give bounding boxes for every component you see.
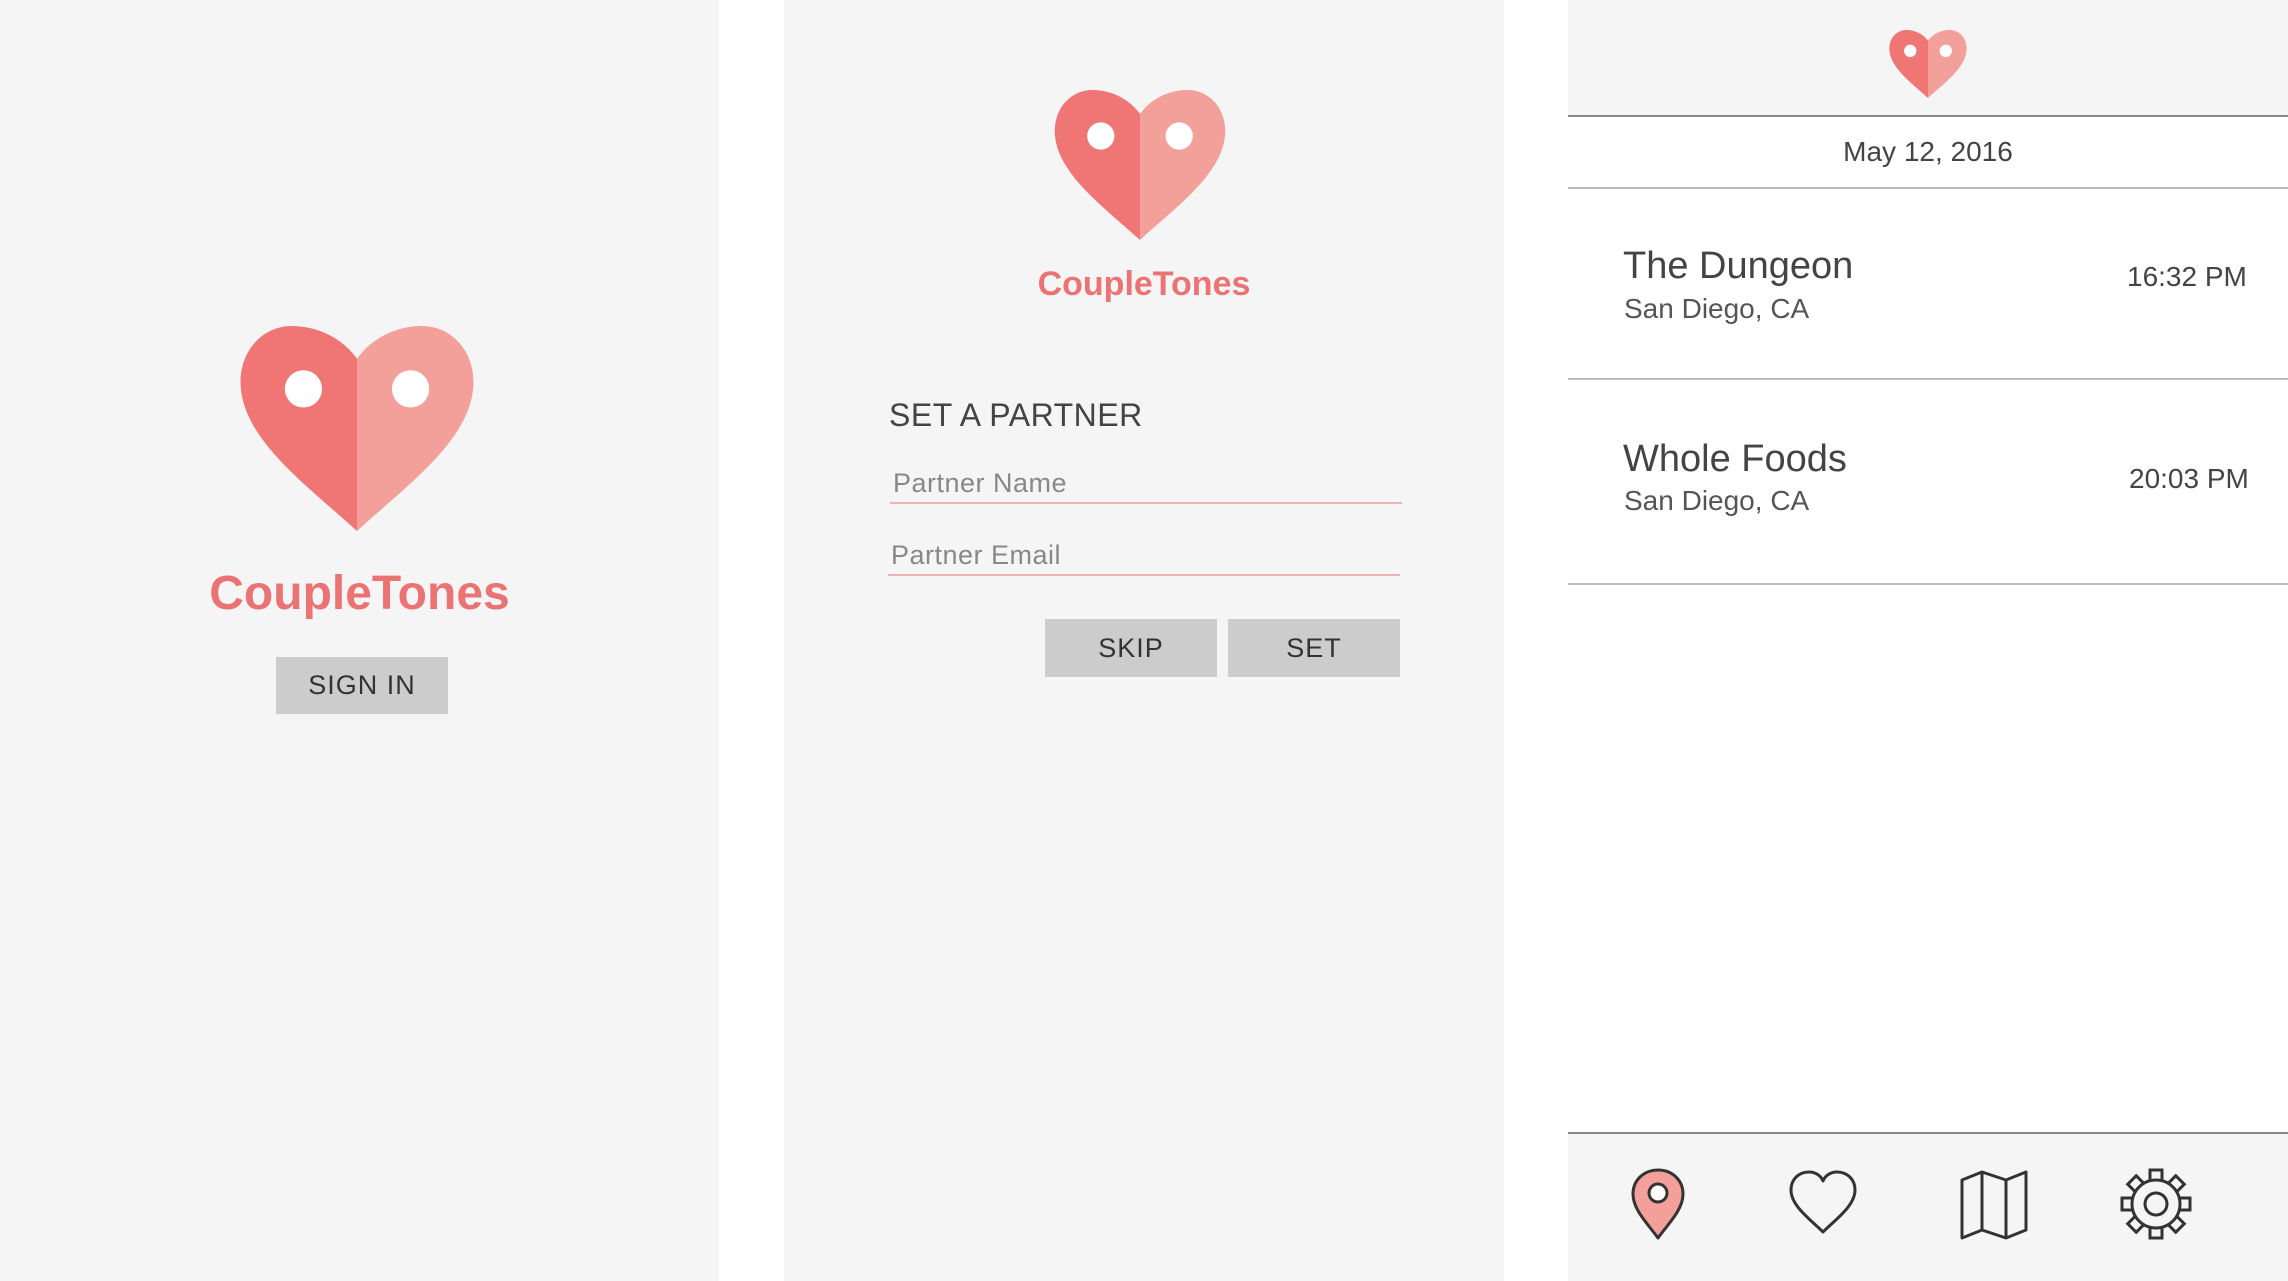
heart-icon[interactable]: [1783, 1164, 1863, 1244]
brand-name: CoupleTones: [209, 567, 510, 620]
heart-pin-logo-icon: [1054, 90, 1226, 240]
visit-time: 20:03 PM: [2129, 463, 2249, 494]
app-header: [1568, 0, 2288, 117]
gear-icon[interactable]: [2116, 1164, 2196, 1244]
signin-screen: CoupleTones SIGN IN: [0, 0, 719, 1281]
partner-name-input[interactable]: [890, 464, 1402, 504]
visit-time: 16:32 PM: [2127, 261, 2247, 292]
heart-pin-logo-icon: [240, 326, 474, 531]
brand-name: CoupleTones: [1037, 265, 1251, 303]
partner-email-input[interactable]: [888, 536, 1400, 576]
history-screen: May 12, 2016 The Dungeon San Diego, CA 1…: [1568, 0, 2288, 1281]
list-item[interactable]: Whole Foods San Diego, CA 20:03 PM: [1568, 380, 2288, 585]
map-icon[interactable]: [1954, 1164, 2034, 1244]
skip-button[interactable]: SKIP: [1045, 619, 1217, 677]
set-partner-heading: SET A PARTNER: [889, 397, 1143, 433]
bottom-nav: [1568, 1132, 2288, 1281]
sign-in-button[interactable]: SIGN IN: [276, 657, 448, 714]
location-pin-icon[interactable]: [1618, 1164, 1698, 1244]
heart-pin-logo-icon: [1889, 30, 1967, 98]
set-button[interactable]: SET: [1228, 619, 1400, 677]
set-partner-screen: CoupleTones SET A PARTNER SKIP SET: [784, 0, 1504, 1281]
list-item[interactable]: The Dungeon San Diego, CA 16:32 PM: [1568, 189, 2288, 380]
place-name: Whole Foods: [1623, 438, 1847, 480]
place-city: San Diego, CA: [1624, 485, 1810, 516]
place-city: San Diego, CA: [1624, 293, 1810, 324]
place-name: The Dungeon: [1623, 245, 1854, 287]
date-header: May 12, 2016: [1568, 117, 2288, 189]
